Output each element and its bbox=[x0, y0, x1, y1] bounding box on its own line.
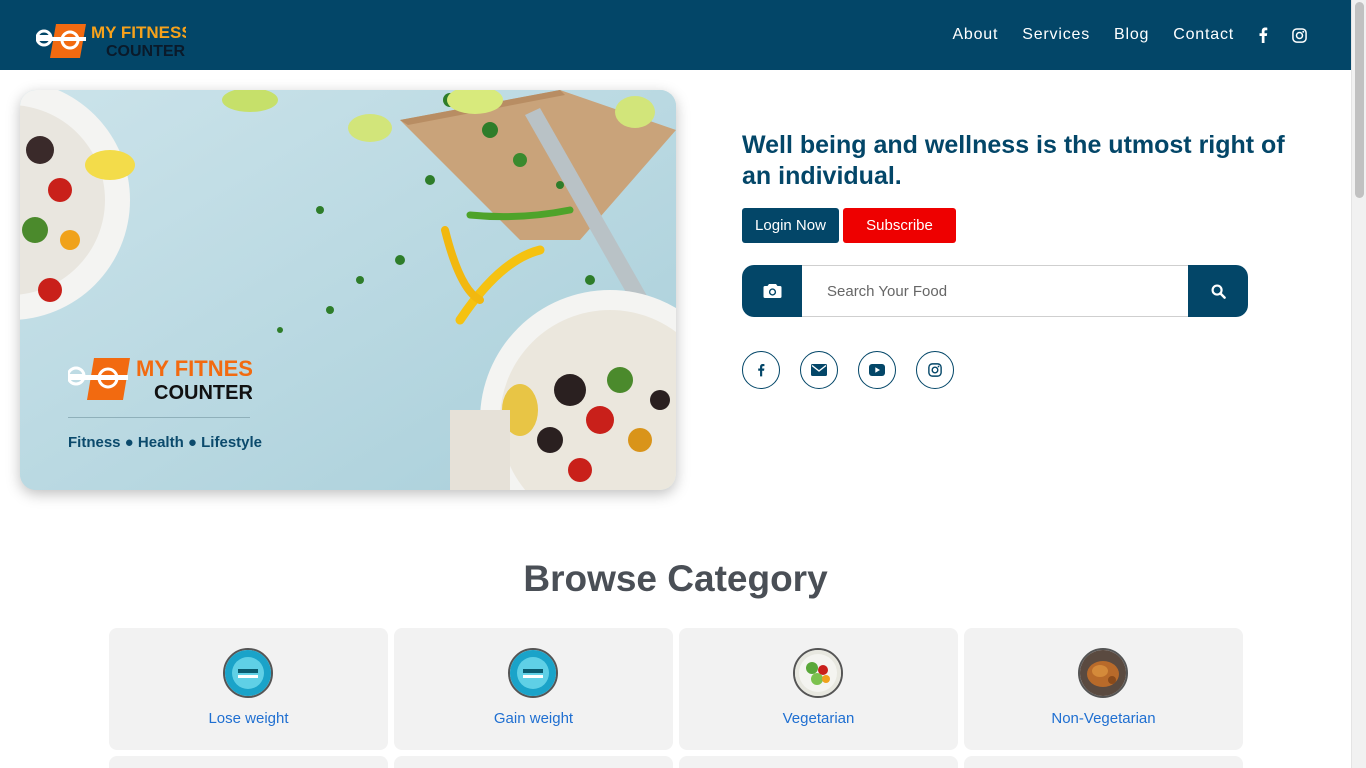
search-input[interactable] bbox=[802, 265, 1188, 317]
camera-search-button[interactable] bbox=[742, 265, 802, 317]
category-card-vegetarian[interactable]: Vegetarian bbox=[679, 628, 958, 750]
camera-icon bbox=[763, 284, 781, 298]
search-button[interactable] bbox=[1188, 265, 1248, 317]
vegetarian-image bbox=[793, 648, 843, 698]
social-youtube-button[interactable] bbox=[858, 351, 896, 389]
lose-weight-image bbox=[223, 648, 273, 698]
youtube-icon bbox=[869, 364, 885, 376]
instagram-icon bbox=[928, 363, 942, 377]
social-facebook-button[interactable] bbox=[742, 351, 780, 389]
food-photo bbox=[20, 90, 676, 490]
hero-image: MY FITNESS COUNTER Fitness ● Health ● Li… bbox=[20, 90, 676, 490]
search-icon bbox=[1211, 284, 1226, 299]
social-instagram-button[interactable] bbox=[916, 351, 954, 389]
login-button[interactable]: Login Now bbox=[742, 208, 839, 243]
facebook-icon bbox=[758, 364, 765, 377]
category-card-row2[interactable] bbox=[964, 756, 1243, 768]
svg-text:COUNTER: COUNTER bbox=[106, 43, 186, 60]
category-label: Non-Vegetarian bbox=[1051, 710, 1156, 727]
gain-weight-image bbox=[508, 648, 558, 698]
facebook-icon[interactable] bbox=[1258, 27, 1268, 43]
category-label: Lose weight bbox=[208, 710, 289, 727]
nav-contact[interactable]: Contact bbox=[1173, 26, 1234, 44]
site-logo[interactable]: MY FITNESS COUNTER bbox=[36, 18, 186, 60]
category-label: Vegetarian bbox=[782, 710, 855, 727]
category-card-row2[interactable] bbox=[394, 756, 673, 768]
category-card-non-vegetarian[interactable]: Non-Vegetarian bbox=[964, 628, 1243, 750]
hero-tagline: Fitness ● Health ● Lifestyle bbox=[68, 434, 263, 451]
instagram-icon[interactable] bbox=[1292, 27, 1307, 43]
nav-blog[interactable]: Blog bbox=[1114, 26, 1149, 44]
category-card-gain-weight[interactable]: Gain weight bbox=[394, 628, 673, 750]
hero-logo: MY FITNESS COUNTER bbox=[68, 356, 252, 402]
hero-headline: Well being and wellness is the utmost ri… bbox=[742, 131, 1285, 190]
nav-services[interactable]: Services bbox=[1022, 26, 1090, 44]
svg-text:MY FITNESS: MY FITNESS bbox=[91, 23, 186, 42]
subscribe-button[interactable]: Subscribe Us bbox=[843, 208, 956, 269]
category-card-row2[interactable] bbox=[679, 756, 958, 768]
category-card-lose-weight[interactable]: Lose weight bbox=[109, 628, 388, 750]
category-label: Gain weight bbox=[493, 710, 574, 727]
svg-text:MY FITNESS: MY FITNESS bbox=[136, 356, 252, 381]
social-email-button[interactable] bbox=[800, 351, 838, 389]
page-scrollbar[interactable] bbox=[1351, 0, 1366, 768]
nav-about[interactable]: About bbox=[952, 26, 998, 44]
navbar: MY FITNESS COUNTER About Services Blog C… bbox=[0, 0, 1351, 70]
category-card-row2[interactable] bbox=[109, 756, 388, 768]
scrollbar-thumb[interactable] bbox=[1355, 2, 1364, 198]
browse-category-title: Browse Category bbox=[523, 558, 828, 599]
nav-links: About Services Blog Contact bbox=[928, 0, 1307, 70]
envelope-icon bbox=[811, 364, 827, 376]
food-search bbox=[742, 265, 1248, 317]
svg-text:COUNTER: COUNTER bbox=[154, 382, 252, 402]
non-vegetarian-image bbox=[1078, 648, 1128, 698]
hero-divider bbox=[68, 417, 250, 418]
